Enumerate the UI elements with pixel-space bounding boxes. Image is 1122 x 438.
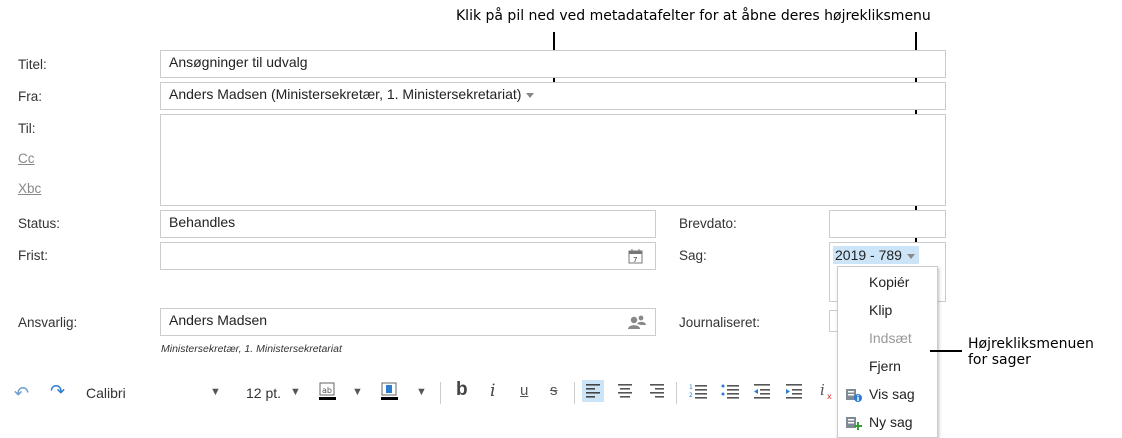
annotation-side-line2: for sager — [968, 352, 1031, 368]
ansvarlig-subtitle: Ministersekretær, 1. Ministersekretariat — [161, 343, 342, 355]
increase-indent-icon[interactable] — [784, 380, 806, 402]
new-case-icon — [846, 417, 862, 430]
brevdato-field[interactable] — [829, 210, 946, 238]
annotation-side: Højrekliksmenuen for sager — [968, 336, 1094, 368]
ansvarlig-label: Ansvarlig: — [18, 315, 78, 330]
sag-context-menu: Kopiér Klip Indsæt Fjern Vis sag Ny sag — [837, 266, 938, 438]
case-info-icon — [846, 389, 862, 402]
menu-item-kopier[interactable]: Kopiér — [838, 269, 937, 297]
svg-text:i: i — [820, 381, 825, 399]
ansvarlig-field[interactable]: Anders Madsen — [160, 308, 656, 336]
calendar-icon[interactable]: 7 — [628, 248, 644, 264]
menu-item-label: Kopiér — [869, 274, 910, 290]
svg-text:ab: ab — [322, 386, 332, 395]
fra-field[interactable]: Anders Madsen (Ministersekretær, 1. Mini… — [160, 82, 946, 110]
align-center-icon[interactable] — [614, 380, 636, 402]
strikethrough-button[interactable]: s — [550, 382, 558, 399]
status-field[interactable]: Behandles — [160, 210, 656, 238]
highlight-dropdown-icon[interactable]: ▼ — [352, 386, 363, 398]
status-value: Behandles — [169, 214, 236, 230]
menu-item-label: Ny sag — [869, 414, 913, 430]
menu-item-label: Klip — [869, 302, 893, 318]
frist-field[interactable]: 7 — [160, 242, 656, 270]
bold-button[interactable]: b — [456, 379, 468, 401]
toolbar-divider — [440, 382, 441, 404]
menu-item-ny-sag[interactable]: Ny sag — [838, 409, 937, 437]
titel-label: Titel: — [18, 57, 47, 72]
menu-item-label: Fjern — [869, 358, 901, 374]
svg-text:1: 1 — [689, 384, 693, 391]
text-color-dropdown-icon[interactable]: ▼ — [416, 386, 427, 398]
decrease-indent-icon[interactable] — [752, 380, 774, 402]
annotation-line-menu — [930, 350, 962, 352]
frist-label: Frist: — [18, 248, 48, 263]
til-label: Til: — [18, 121, 36, 136]
sag-value: 2019 - 789 — [835, 247, 902, 263]
toolbar-divider — [574, 382, 575, 404]
numbered-list-icon[interactable]: 1 2 — [688, 380, 710, 402]
journaliseret-label: Journaliseret: — [679, 315, 761, 330]
bullet-list-icon[interactable] — [720, 380, 742, 402]
status-label: Status: — [18, 216, 61, 231]
menu-item-vis-sag[interactable]: Vis sag — [838, 381, 937, 409]
svg-text:x: x — [827, 392, 832, 401]
clear-formatting-icon[interactable]: i x — [818, 380, 838, 402]
fra-dropdown-caret-icon[interactable] — [526, 92, 535, 98]
svg-text:2: 2 — [689, 392, 693, 399]
brevdato-label: Brevdato: — [679, 216, 737, 231]
fra-label: Fra: — [18, 89, 43, 104]
annotation-top: Klik på pil ned ved metadatafelter for a… — [456, 8, 931, 24]
text-color-icon[interactable] — [380, 380, 400, 402]
highlight-color-icon[interactable]: ab — [318, 380, 338, 402]
svg-text:7: 7 — [633, 256, 637, 264]
align-left-icon[interactable] — [582, 380, 604, 402]
sag-dropdown-caret-icon[interactable] — [906, 253, 915, 259]
fra-value: Anders Madsen (Ministersekretær, 1. Mini… — [169, 86, 522, 102]
menu-item-klip[interactable]: Klip — [838, 297, 937, 325]
undo-icon[interactable]: ↶ — [14, 383, 29, 404]
xbc-link[interactable]: Xbc — [18, 181, 41, 196]
font-family-select[interactable]: Calibri — [86, 385, 126, 401]
menu-item-label: Vis sag — [869, 386, 915, 402]
menu-item-fjern[interactable]: Fjern — [838, 353, 937, 381]
sag-token[interactable]: 2019 - 789 — [833, 246, 919, 264]
person-lookup-icon[interactable] — [627, 314, 647, 330]
cc-link[interactable]: Cc — [18, 151, 35, 166]
titel-value: Ansøgninger til udvalg — [169, 54, 308, 70]
sag-label: Sag: — [679, 248, 707, 263]
font-dropdown-icon[interactable]: ▼ — [210, 386, 221, 398]
ansvarlig-value: Anders Madsen — [169, 312, 268, 328]
toolbar-divider — [676, 382, 677, 404]
menu-item-indsaet: Indsæt — [838, 325, 937, 353]
annotation-side-line1: Højrekliksmenuen — [968, 336, 1094, 352]
underline-button[interactable]: u — [520, 382, 528, 399]
font-size-select[interactable]: 12 pt. — [246, 385, 281, 401]
titel-field[interactable]: Ansøgninger til udvalg — [160, 50, 946, 78]
menu-item-label: Indsæt — [869, 330, 912, 346]
redo-icon[interactable]: ↷ — [50, 381, 65, 402]
recipients-field[interactable] — [160, 114, 946, 206]
italic-button[interactable]: i — [490, 381, 495, 401]
font-size-dropdown-icon[interactable]: ▼ — [290, 386, 301, 398]
align-right-icon[interactable] — [646, 380, 668, 402]
